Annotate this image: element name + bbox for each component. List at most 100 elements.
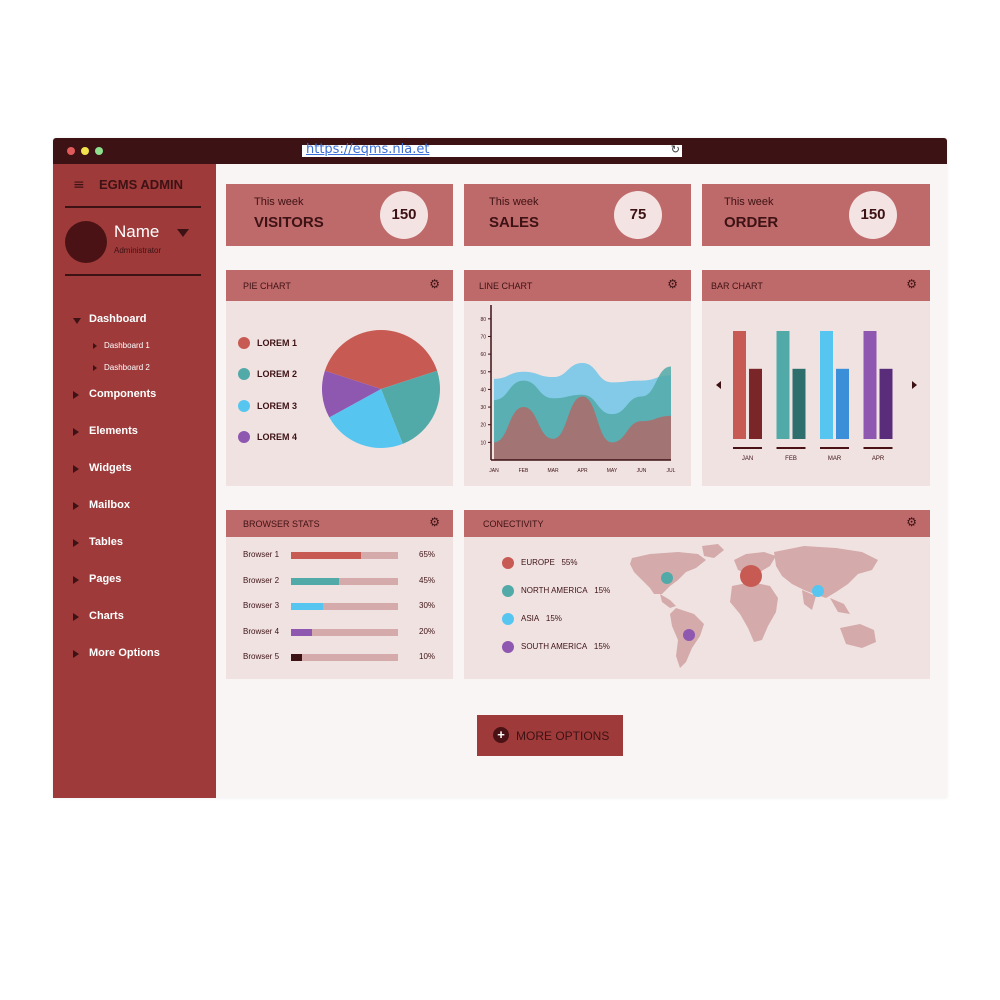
browser-percent: 10%	[419, 652, 436, 661]
x-tick-label: MAY	[607, 468, 618, 474]
browser-percent: 30%	[419, 601, 436, 610]
sidebar-divider	[65, 274, 201, 276]
y-tick-label: 20	[480, 423, 486, 429]
progress-fill	[291, 629, 313, 636]
browser-name: Browser 3	[243, 601, 280, 610]
brand-title: EGMS ADMIN	[99, 177, 184, 192]
sidebar-item-label: Elements	[89, 425, 138, 437]
stat-caption: This week	[489, 196, 539, 208]
progress-track	[291, 629, 398, 636]
sidebar-subitem-label: Dashboard 2	[104, 363, 150, 372]
progress-fill	[291, 603, 324, 610]
arrow-right-icon[interactable]	[912, 381, 917, 389]
stat-caption: This week	[724, 196, 774, 208]
bar	[879, 368, 893, 439]
card-title: BROWSER STATS	[243, 519, 320, 529]
y-tick-label: 10	[480, 440, 486, 446]
arrow-left-icon[interactable]	[716, 381, 721, 389]
sidebar-item-label: Dashboard	[89, 313, 147, 325]
x-tick-label: JAN	[742, 456, 753, 462]
y-tick-label: 60	[480, 352, 486, 358]
y-tick-label: 50	[480, 370, 486, 376]
sidebar-item-label: Mailbox	[89, 499, 130, 511]
progress-fill	[291, 552, 361, 559]
bar-chart: JAN FEB MAR APR	[716, 331, 917, 462]
bar	[820, 331, 833, 439]
x-tick-label: JAN	[489, 468, 499, 474]
stat-label: ORDER	[724, 214, 779, 231]
stat-value: 75	[614, 191, 662, 239]
map-southeast-asia	[830, 598, 850, 614]
map-marker-asia	[812, 585, 824, 597]
browser-stats-card: BROWSER STATS ⚙ Browser 1 65% Browser 2 …	[226, 510, 453, 679]
area-chart: 10 20 30 40 50 60 70 80 JAN FEB MAR APR MAY JUN JUL	[480, 305, 676, 474]
caret-right-icon	[73, 576, 79, 584]
sidebar-item-label: Pages	[89, 573, 122, 585]
browser-name: Browser 2	[243, 576, 280, 585]
caret-down-icon	[73, 318, 81, 324]
hamburger-icon[interactable]: ≡	[73, 177, 85, 193]
stat-caption: This week	[254, 196, 304, 208]
world-map	[630, 544, 878, 668]
x-tick-label: MAR	[828, 456, 842, 462]
progress-fill	[291, 578, 340, 585]
pie-chart	[322, 330, 440, 448]
map-central-america	[660, 594, 676, 608]
caret-right-icon	[93, 365, 97, 371]
progress-fill	[291, 654, 302, 661]
bar	[733, 331, 746, 439]
caret-right-icon	[73, 539, 79, 547]
stat-card-order[interactable]: This week ORDER 150	[702, 184, 930, 246]
reload-icon[interactable]: ↻	[671, 143, 680, 156]
caret-right-icon	[73, 502, 79, 510]
sidebar-item-label: Tables	[89, 536, 124, 548]
address-bar[interactable]: https://eqms.nla.et ↻	[302, 142, 682, 157]
browser-window: https://eqms.nla.et ↻ ≡ EGMS ADMIN Name …	[53, 138, 947, 798]
browser-percent: 45%	[419, 576, 436, 585]
y-tick-label: 80	[480, 317, 486, 323]
chevron-down-icon[interactable]	[177, 229, 189, 237]
bar	[863, 331, 877, 439]
bar	[749, 368, 762, 439]
stat-value: 150	[849, 191, 897, 239]
x-tick-label: APR	[577, 468, 588, 474]
avatar[interactable]	[65, 221, 107, 263]
y-tick-label: 30	[480, 405, 486, 411]
sidebar-item-label: More Options	[89, 647, 160, 659]
user-role: Administrator	[114, 246, 162, 255]
caret-right-icon	[73, 428, 79, 436]
connectivity-card: CONECTIVITY ⚙ EUROPE 55% NORTH AMERICA 1…	[464, 510, 930, 679]
user-name[interactable]: Name	[114, 222, 159, 242]
caret-right-icon	[73, 465, 79, 473]
map-greenland	[702, 544, 724, 558]
bar-chart-card: BAR CHART ⚙ JAN FEB MAR APR	[702, 270, 930, 486]
x-tick-label: FEB	[785, 456, 797, 462]
close-window-dot[interactable]	[67, 147, 75, 155]
progress-track	[291, 578, 398, 585]
url-text[interactable]: https://eqms.nla.et	[306, 142, 429, 157]
x-tick-label: JUN	[637, 468, 647, 474]
browser-percent: 20%	[419, 627, 436, 636]
stat-card-sales[interactable]: This week SALES 75	[464, 184, 691, 246]
more-options-button[interactable]: + MORE OPTIONS	[477, 715, 623, 756]
map-australia	[840, 624, 876, 648]
stat-label: SALES	[489, 214, 540, 231]
browser-titlebar: https://eqms.nla.et ↻	[53, 138, 947, 164]
caret-right-icon	[93, 343, 97, 349]
pie-chart-card: PIE CHART ⚙ LOREM 1 LOREM 2 LOREM 3 LORE…	[226, 270, 453, 486]
progress-track	[291, 552, 398, 559]
stat-value: 150	[380, 191, 428, 239]
sidebar-subitem-label: Dashboard 1	[104, 341, 150, 350]
browser-percent: 65%	[419, 550, 436, 559]
sidebar-divider	[65, 206, 201, 208]
x-tick-label: MAR	[547, 468, 559, 474]
sidebar-item-label: Widgets	[89, 462, 132, 474]
sidebar: ≡ EGMS ADMIN Name Administrator Dashboar…	[53, 164, 216, 798]
maximize-window-dot[interactable]	[95, 147, 103, 155]
minimize-window-dot[interactable]	[81, 147, 89, 155]
stat-card-visitors[interactable]: This week VISITORS 150	[226, 184, 453, 246]
map-marker-south-america	[683, 629, 695, 641]
sidebar-item-label: Charts	[89, 610, 124, 622]
y-tick-label: 40	[480, 387, 486, 393]
gear-icon[interactable]: ⚙	[429, 515, 440, 529]
